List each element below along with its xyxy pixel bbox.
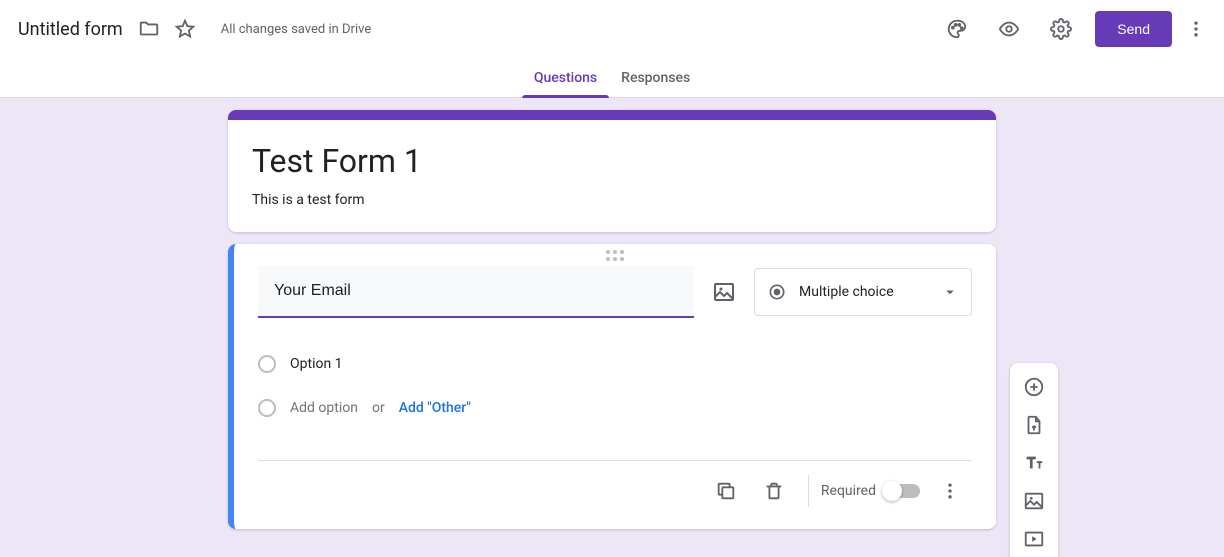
required-toggle[interactable] bbox=[884, 484, 920, 498]
or-label: or bbox=[372, 400, 385, 416]
side-toolbar bbox=[1010, 363, 1058, 557]
question-title-input[interactable] bbox=[258, 266, 694, 318]
add-title-button[interactable] bbox=[1016, 445, 1052, 481]
required-label: Required bbox=[821, 483, 876, 499]
question-more-icon[interactable] bbox=[928, 469, 972, 513]
preview-icon[interactable] bbox=[989, 9, 1029, 49]
add-other-button[interactable]: Add "Other" bbox=[399, 400, 471, 416]
tab-responses[interactable]: Responses bbox=[609, 58, 702, 97]
palette-icon[interactable] bbox=[937, 9, 977, 49]
question-type-select[interactable]: Multiple choice bbox=[754, 268, 972, 316]
form-header-card[interactable]: Test Form 1 This is a test form bbox=[228, 110, 996, 232]
radio-empty-icon bbox=[258, 399, 276, 417]
duplicate-icon[interactable] bbox=[704, 469, 748, 513]
app-header: Untitled form All changes saved in Drive… bbox=[0, 0, 1224, 58]
settings-icon[interactable] bbox=[1041, 9, 1081, 49]
question-footer: Required bbox=[258, 461, 972, 529]
drag-handle-icon[interactable] bbox=[234, 244, 996, 266]
tab-questions[interactable]: Questions bbox=[522, 58, 609, 97]
more-icon[interactable] bbox=[1176, 9, 1216, 49]
document-title[interactable]: Untitled form bbox=[18, 19, 123, 40]
add-image-button[interactable] bbox=[1016, 483, 1052, 519]
import-questions-button[interactable] bbox=[1016, 407, 1052, 443]
radio-icon bbox=[767, 282, 787, 302]
add-option-button[interactable]: Add option bbox=[290, 400, 358, 416]
question-card[interactable]: Multiple choice Option 1 Add option bbox=[228, 244, 996, 529]
add-video-button[interactable] bbox=[1016, 521, 1052, 557]
form-description[interactable]: This is a test form bbox=[252, 192, 972, 208]
separator bbox=[808, 475, 809, 507]
option-row[interactable]: Option 1 bbox=[258, 344, 972, 384]
save-status: All changes saved in Drive bbox=[221, 22, 372, 37]
main-tabs: Questions Responses bbox=[0, 58, 1224, 98]
delete-icon[interactable] bbox=[752, 469, 796, 513]
star-icon[interactable] bbox=[173, 17, 197, 41]
add-question-button[interactable] bbox=[1016, 369, 1052, 405]
options-list: Option 1 Add option or Add "Other" bbox=[258, 344, 972, 432]
option-label[interactable]: Option 1 bbox=[290, 356, 343, 372]
header-actions: Send bbox=[925, 9, 1216, 49]
chevron-down-icon bbox=[941, 283, 959, 301]
send-button[interactable]: Send bbox=[1095, 11, 1172, 47]
folder-icon[interactable] bbox=[137, 17, 161, 41]
question-type-label: Multiple choice bbox=[799, 284, 929, 300]
form-title[interactable]: Test Form 1 bbox=[252, 142, 972, 180]
form-canvas: Test Form 1 This is a test form bbox=[0, 98, 1224, 557]
add-image-icon[interactable] bbox=[712, 280, 736, 304]
add-option-row: Add option or Add "Other" bbox=[258, 384, 972, 432]
radio-empty-icon bbox=[258, 355, 276, 373]
